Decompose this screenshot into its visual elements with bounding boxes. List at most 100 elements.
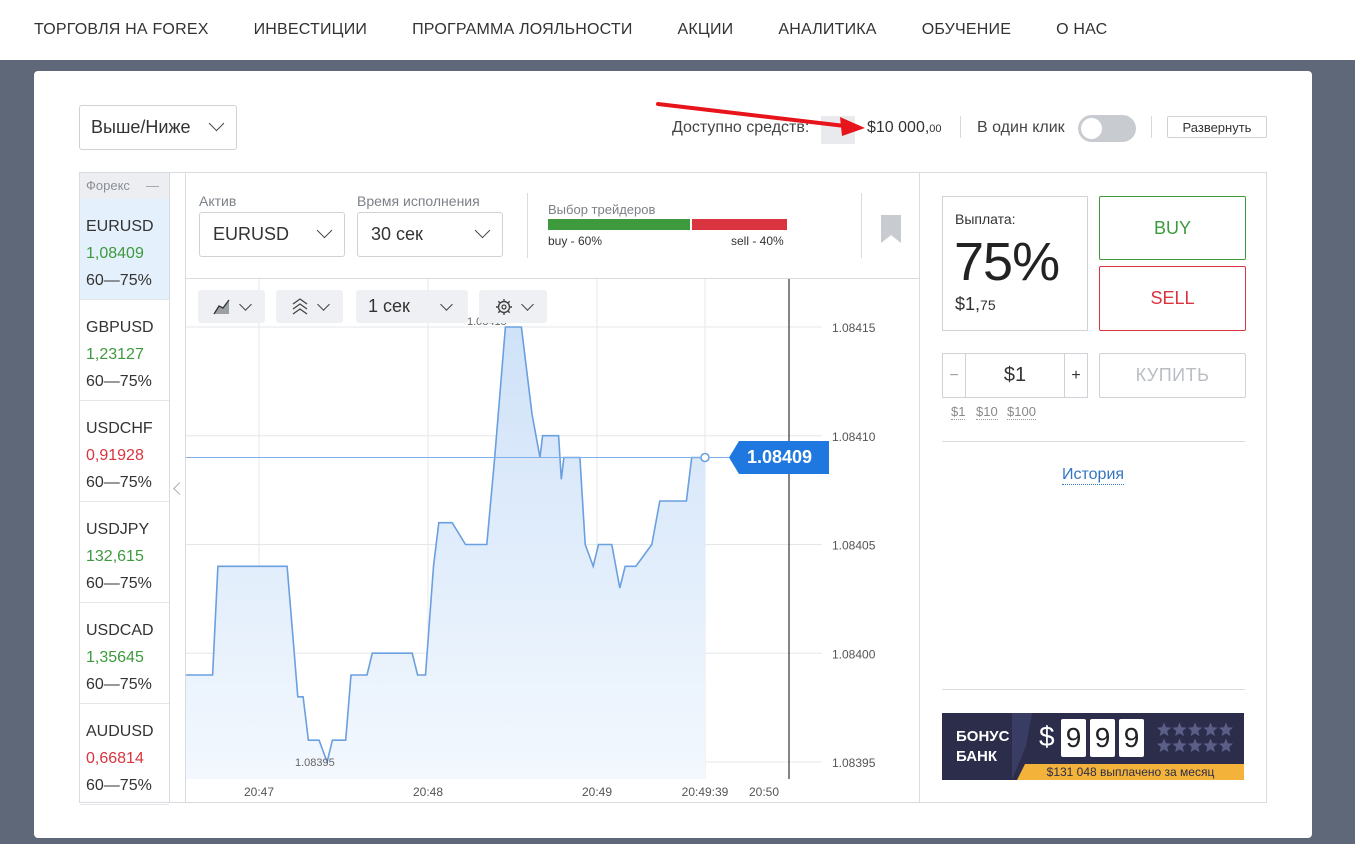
stars-decoration: [1156, 722, 1234, 753]
asset-price: 0,91928: [86, 447, 144, 464]
amount-input[interactable]: $1: [966, 364, 1064, 387]
star-icon: [1218, 722, 1234, 737]
buy-share-bar: [548, 219, 690, 230]
quick-amount-10[interactable]: $10: [976, 404, 998, 420]
divider: [527, 193, 528, 258]
asset-payout: 60—75%: [86, 676, 152, 693]
decrease-button[interactable]: −: [943, 354, 966, 397]
chart-settings-button[interactable]: [479, 290, 547, 323]
top-navigation: ТОРГОВЛЯ НА FOREX ИНВЕСТИЦИИ ПРОГРАММА Л…: [0, 0, 1355, 60]
gear-icon: [495, 298, 512, 315]
nav-education[interactable]: ОБУЧЕНИЕ: [922, 21, 1011, 39]
asset-item-gbpusd[interactable]: GBPUSD 1,23127 60—75%: [80, 300, 169, 401]
asset-select[interactable]: EURUSD: [199, 212, 345, 257]
nav-loyalty[interactable]: ПРОГРАММА ЛОЯЛЬНОСТИ: [412, 21, 632, 39]
nav-investments[interactable]: ИНВЕСТИЦИИ: [254, 21, 368, 39]
x-tick-label: 20:50: [749, 785, 779, 799]
sell-share-bar: [692, 219, 787, 230]
wallet-icon: [821, 116, 855, 144]
indicators-button[interactable]: [276, 290, 343, 323]
bonus-bank-title: БОНУС БАНК: [956, 727, 1009, 767]
interval-value: 1 сек: [368, 296, 410, 316]
asset-payout: 60—75%: [86, 272, 152, 289]
asset-name: USDCAD: [86, 622, 154, 639]
chevron-down-icon: [520, 297, 534, 311]
buy-button[interactable]: BUY: [1099, 196, 1246, 260]
purchase-button[interactable]: КУПИТЬ: [1099, 353, 1246, 398]
asset-name: EURUSD: [86, 218, 154, 235]
asset-item-usdjpy[interactable]: USDJPY 132,615 60—75%: [80, 502, 169, 603]
asset-price: 1,23127: [86, 346, 144, 363]
payout-amount-cents: 75: [980, 297, 996, 313]
quick-amount-1[interactable]: $1: [951, 404, 966, 420]
one-click-label: В один клик: [977, 119, 1065, 136]
chevron-down-icon: [317, 297, 330, 311]
asset-category-header[interactable]: Форекс —: [80, 173, 169, 199]
nav-forex[interactable]: ТОРГОВЛЯ НА FOREX: [34, 21, 209, 39]
bookmark-icon[interactable]: [881, 215, 901, 243]
divider: [960, 116, 961, 138]
price-chart[interactable]: 1.08415 1.08410 1.08405 1.08400 1.08395 1.084…: [186, 279, 920, 802]
bonus-line-2: БАНК: [956, 748, 998, 765]
expand-button[interactable]: Развернуть: [1167, 116, 1267, 138]
divider: [942, 441, 1245, 442]
star-icon: [1203, 722, 1218, 737]
divider: [1151, 116, 1152, 138]
asset-item-usdchf[interactable]: USDCHF 0,91928 60—75%: [80, 401, 169, 502]
current-price-marker: [700, 452, 710, 463]
asset-item-audusd[interactable]: AUDUSD 0,66814 60—75%: [80, 704, 169, 805]
chart-area: Актив EURUSD Время исполнения 30 сек Выб…: [186, 173, 920, 802]
balance-cents: 00: [929, 123, 942, 135]
chevron-down-icon: [239, 297, 252, 311]
star-icon: [1156, 738, 1172, 753]
asset-category: Форекс: [86, 178, 130, 193]
asset-price: 1,08409: [86, 245, 144, 262]
expiry-select[interactable]: 30 сек: [357, 212, 503, 257]
asset-price: 132,615: [86, 548, 144, 565]
asset-price: 0,66814: [86, 750, 144, 767]
bonus-digit: 9: [1090, 719, 1115, 757]
asset-item-eurusd[interactable]: EURUSD 1,08409 60—75%: [80, 199, 169, 300]
payout-label: Выплата:: [955, 211, 1016, 227]
x-tick-label: 20:49: [582, 785, 612, 799]
chart-type-button[interactable]: [198, 290, 265, 323]
quick-amount-100[interactable]: $100: [1007, 404, 1036, 420]
chevron-down-icon: [440, 298, 453, 311]
option-type-select[interactable]: Выше/Ниже: [79, 105, 237, 150]
star-icon: [1203, 738, 1218, 753]
nav-about[interactable]: О НАС: [1056, 21, 1107, 39]
asset-label: Актив: [199, 193, 237, 209]
one-click-toggle[interactable]: [1078, 115, 1136, 142]
sell-button[interactable]: SELL: [1099, 266, 1246, 331]
increase-button[interactable]: +: [1064, 354, 1087, 397]
divider: [942, 689, 1245, 690]
asset-name: USDJPY: [86, 521, 150, 538]
asset-item-usdcad[interactable]: USDCAD 1,35645 60—75%: [80, 603, 169, 704]
sell-share-text: sell - 40%: [731, 234, 784, 248]
indicators-icon: [292, 297, 308, 315]
nav-analytics[interactable]: АНАЛИТИКА: [778, 21, 876, 39]
collapse-icon[interactable]: —: [146, 173, 159, 199]
x-tick-label: 20:47: [244, 785, 274, 799]
payout-amount-main: $1,: [955, 294, 981, 314]
chevron-down-icon: [208, 115, 225, 132]
balance-value: $10 000,00: [867, 119, 942, 137]
x-tick-label: 20:49:39: [682, 785, 729, 799]
toggle-knob: [1081, 118, 1102, 139]
asset-name: GBPUSD: [86, 319, 154, 336]
buy-share-text: buy - 60%: [548, 234, 603, 248]
nav-promotions[interactable]: АКЦИИ: [678, 21, 734, 39]
star-icon: [1172, 722, 1187, 737]
balance-label: Доступно средств:: [672, 119, 810, 136]
asset-name: USDCHF: [86, 420, 153, 437]
history-link[interactable]: История: [1062, 466, 1125, 485]
asset-list-collapse[interactable]: [170, 173, 186, 802]
interval-select[interactable]: 1 сек: [356, 290, 468, 323]
star-icon: [1218, 738, 1234, 753]
y-tick-label: 1.08405: [832, 539, 876, 553]
bonus-line-1: БОНУС: [956, 728, 1010, 745]
trading-card: Выше/Ниже Доступно средств: $10 000,00 В…: [34, 71, 1312, 838]
asset-select-value: EURUSD: [213, 224, 290, 244]
current-price-tag: 1.08409: [729, 441, 829, 474]
bonus-bank-banner[interactable]: БОНУС БАНК $ 9 9 9 $131 048 выплачено за …: [942, 713, 1244, 780]
